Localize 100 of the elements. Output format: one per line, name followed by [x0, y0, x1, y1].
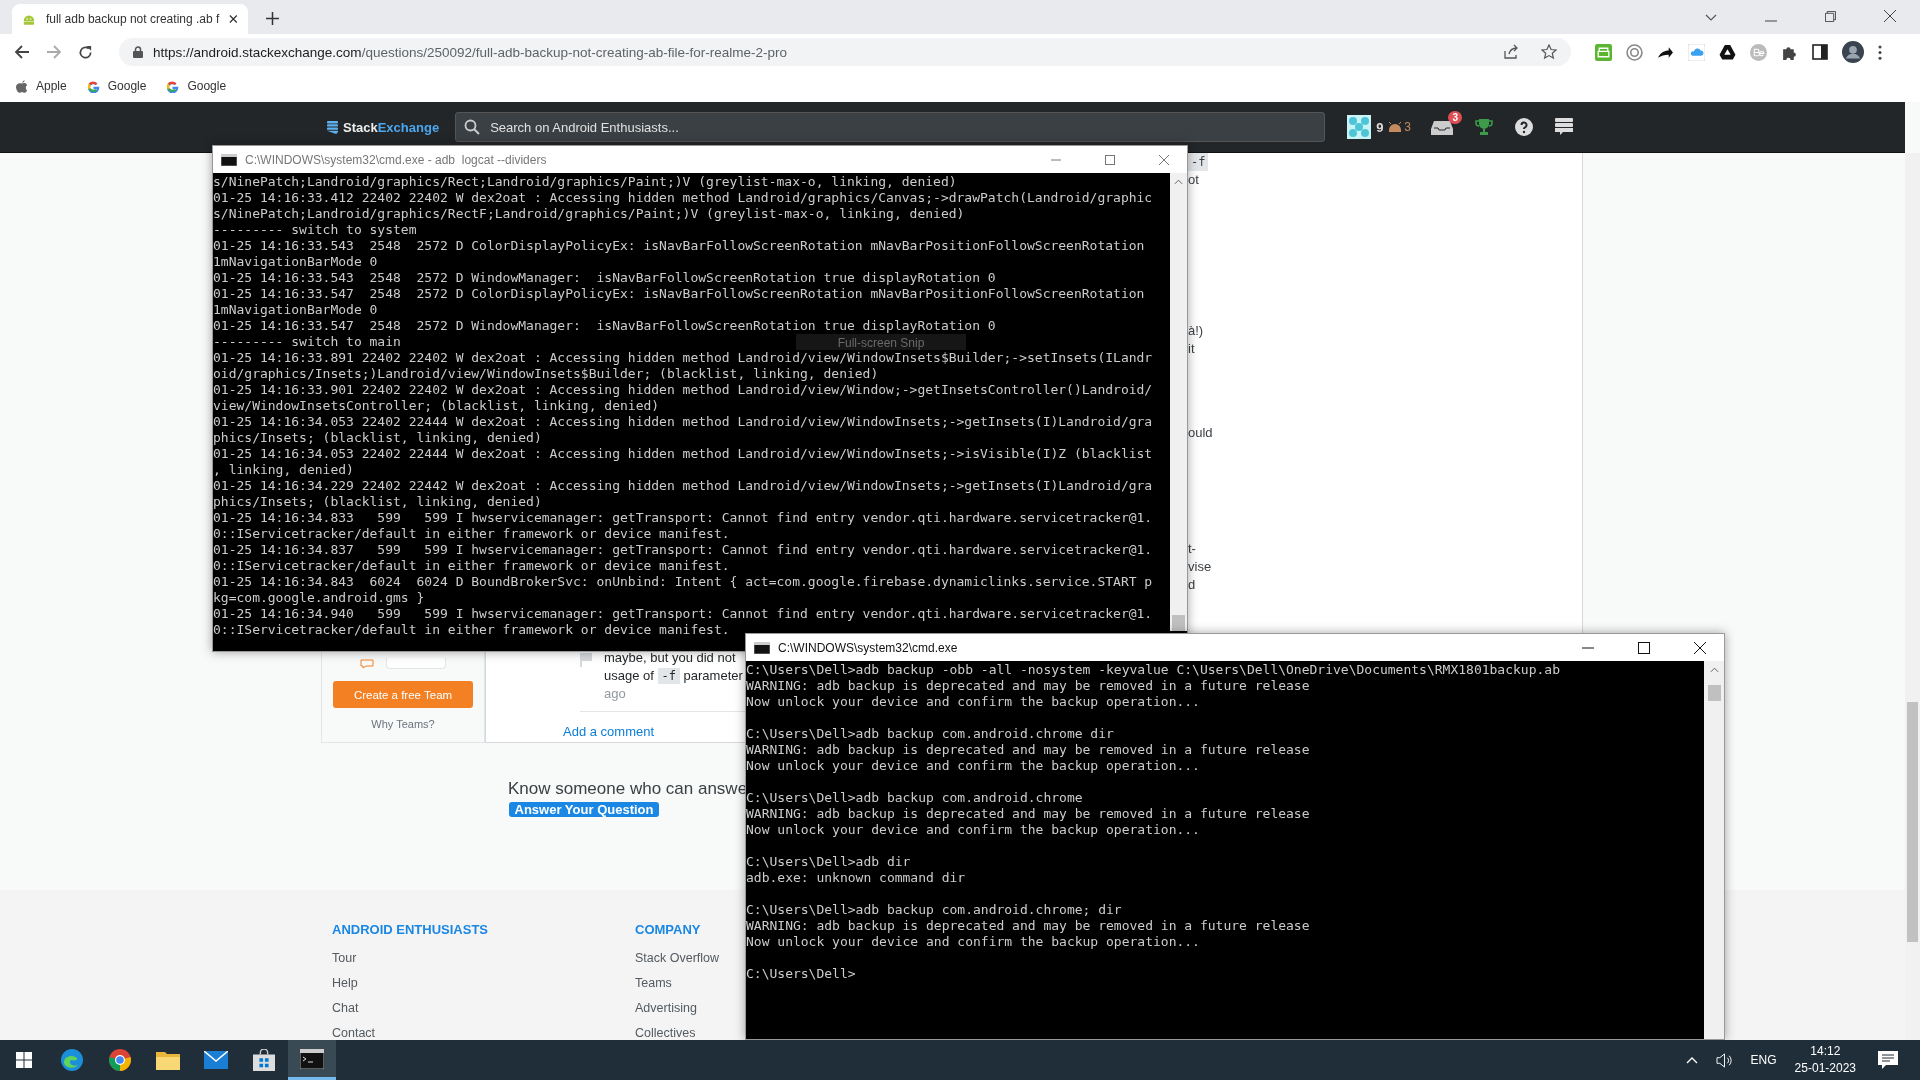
comment-text: parameter [683, 668, 743, 683]
footer-link[interactable]: Help [332, 975, 358, 991]
cloud-icon[interactable] [1688, 43, 1705, 61]
answer-button[interactable]: Answer Your Question [509, 802, 659, 817]
bookmark-link[interactable]: Google [107, 79, 147, 93]
trophy-icon[interactable] [1475, 118, 1494, 136]
console-line: --------- switch to main [213, 334, 401, 350]
reload-icon[interactable] [78, 44, 93, 60]
comment-text: maybe, but you did not [604, 649, 737, 667]
footer-link[interactable]: Chat [332, 1000, 359, 1016]
console-line: C:\Users\Dell>adb backup -obb -all -nosystem -keyvalue C:\Users\Dell\OneDrive\Documents\RMX1801backup.ab [746, 662, 1560, 678]
text-fragment: ot [1188, 171, 1199, 189]
taskbar-app[interactable] [288, 1040, 336, 1080]
scroll-up-icon[interactable] [1174, 179, 1183, 185]
inline-code: -f [657, 668, 680, 684]
console-line: Now unlock your device and confirm the backup operation... [746, 822, 1200, 838]
clock-time[interactable]: 14:12 [1810, 1043, 1841, 1060]
footer-link[interactable]: Stack Overflow [635, 950, 720, 966]
scrollbar[interactable] [1704, 661, 1724, 1039]
footer-heading[interactable]: COMPANY [635, 922, 701, 937]
console-line: WARNING: adb backup is deprecated and may be removed in a future release [746, 742, 1310, 758]
stackexchange-logo[interactable]: StackExchange [327, 119, 440, 135]
console-line: 1mNavigationBarMode 0 [213, 302, 378, 318]
avatar-icon[interactable] [1842, 41, 1864, 63]
inbox-icon[interactable] [1431, 119, 1454, 135]
console-line: 01-25 14:16:33.901 22402 22402 W dex2oat : Accessing hidden method Landroid/view/Window;->getInsetsController()Landroid/ [213, 382, 1153, 398]
footer-link[interactable]: Contact [332, 1025, 376, 1040]
language-indicator[interactable]: ENG [1750, 1053, 1777, 1067]
help-icon[interactable] [1515, 118, 1534, 136]
maximize-icon[interactable] [1638, 641, 1650, 654]
text-fragment: vise [1188, 558, 1212, 576]
console-line: oid/graphics/Insets;)Landroid/view/WindowInsets$Builder; (blacklist, linking, denied) [213, 366, 879, 382]
text-fragment: ould [1188, 424, 1213, 442]
bookmark-link[interactable]: Google [187, 79, 227, 93]
scroll-up-icon[interactable] [1709, 667, 1719, 673]
search-icon [464, 119, 481, 135]
footer-heading[interactable]: ANDROID ENTHUSIASTS [332, 922, 488, 937]
clock-date[interactable]: 25-01-2023 [1794, 1060, 1856, 1077]
console-line: adb.exe: unknown command dir [746, 870, 966, 886]
printer-icon[interactable] [1595, 43, 1612, 61]
address-bar[interactable]: https://android.stackexchange.com/questions/250092/full-adb-backup-not-creating-ab-file-for-realme-2-pro [119, 38, 1571, 66]
close-icon[interactable] [1694, 641, 1706, 654]
text-fragment: d [1188, 576, 1196, 594]
scrollbar-thumb[interactable] [1907, 702, 1918, 942]
notification-icon[interactable] [1878, 1051, 1898, 1069]
console-line: view/WindowInsetsController; (blacklist, linking, denied) [213, 398, 660, 414]
android-icon [1387, 121, 1404, 133]
terminal-icon [221, 153, 237, 166]
windows-start-icon[interactable] [16, 1052, 32, 1068]
footer-link[interactable]: Collectives [635, 1025, 696, 1040]
console-line: 01-25 14:16:34.053 22402 22444 W dex2oat : Accessing hidden method Landroid/view/WindowInsets;->isVisible(I)Z (blacklist [213, 446, 1153, 462]
ring-icon[interactable] [1626, 43, 1643, 61]
speaker-icon[interactable] [1715, 1052, 1733, 1068]
bookmark-link[interactable]: Apple [36, 79, 67, 93]
close-icon[interactable] [229, 14, 238, 24]
share-icon[interactable] [1503, 44, 1519, 60]
console-line: 01-25 14:16:34.837 599 599 I hwservicemanager: getTransport: Cannot find entry vendor.qti.hardware.servicetracker@1. [213, 542, 1153, 558]
console-line: 0::IServicetracker/default in either framework or device manifest. [213, 526, 730, 542]
chat-icon [360, 658, 376, 669]
console-line: C:\Users\Dell>adb backup com.android.chrome [746, 790, 1083, 806]
shopping-bag-icon [253, 1049, 275, 1071]
footer-link[interactable]: Teams [635, 975, 672, 991]
chevron-down-icon[interactable] [1705, 14, 1717, 22]
console-line: C:\Users\Dell>adb backup com.android.chrome dir [746, 726, 1114, 742]
text-fragment: t- [1188, 540, 1196, 558]
notification-badge: 3 [1448, 111, 1463, 124]
search-bar[interactable]: Search on Android Enthusiasts... [455, 112, 1326, 142]
scrollbar[interactable] [1170, 173, 1187, 631]
triangle-icon[interactable] [1719, 43, 1736, 61]
why-teams-link[interactable]: Why Teams? [371, 718, 435, 730]
console-line: , linking, denied) [213, 462, 354, 478]
console-line: 01-25 14:16:34.940 599 599 I hwservicemanager: getTransport: Cannot find entry vendor.qti.hardware.servicetracker@1. [213, 606, 1153, 622]
search-field[interactable]: Search on Android Enthusiasts... [488, 118, 1325, 136]
back-icon[interactable] [14, 44, 30, 60]
prompt-heading: Know someone who can answe [508, 779, 748, 798]
url-text: https://android.stackexchange.com/questions/250092/full-adb-backup-not-creating-ab-file-for-realme-2-pro [153, 44, 788, 60]
terminal-icon [300, 1048, 324, 1069]
badge-count: 3 [1404, 120, 1412, 134]
console-line: 01-25 14:16:33.543 2548 2572 D WindowManager: isNavBarFollowScreenRotation true displayRotation 0 [213, 270, 996, 286]
star-icon[interactable] [1541, 44, 1557, 60]
chevron-up-icon[interactable] [1685, 1056, 1698, 1064]
scrollbar-thumb[interactable] [1707, 685, 1721, 701]
browser-tab[interactable]: full adb backup not creating .ab f [12, 4, 248, 34]
console-line: C:\Users\Dell>adb dir [746, 854, 911, 870]
stack-menu-icon[interactable] [1555, 118, 1574, 136]
user-avatar-icon[interactable] [1347, 115, 1372, 139]
footer-link[interactable]: Advertising [635, 1000, 697, 1016]
close-icon[interactable] [1884, 10, 1896, 22]
reputation-count: 9 [1376, 119, 1384, 135]
scrollbar-thumb[interactable] [1172, 615, 1185, 631]
plus-icon[interactable] [266, 12, 279, 25]
minimize-icon[interactable] [1582, 646, 1594, 649]
console-line: 0::IServicetracker/default in either framework or device manifest. [213, 622, 730, 638]
console-line: WARNING: adb backup is deprecated and may be removed in a future release [746, 678, 1310, 694]
restore-icon[interactable] [1825, 11, 1836, 22]
menu-icon[interactable] [1878, 44, 1882, 60]
console-line: Now unlock your device and confirm the backup operation... [746, 934, 1200, 950]
side-panel-icon[interactable] [1812, 44, 1828, 60]
footer-link[interactable]: Tour [332, 950, 357, 966]
add-comment-link[interactable]: Add a comment [563, 724, 655, 739]
